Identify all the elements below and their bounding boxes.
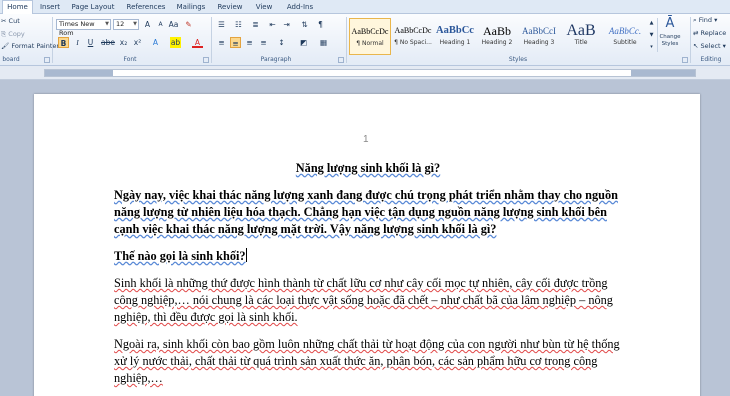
word-window: Home Insert Page Layout References Maili… (0, 0, 730, 396)
cursor-icon: ↖ (693, 42, 699, 50)
chevron-down-icon: ▼ (133, 21, 137, 27)
shading-icon[interactable]: ◩ (298, 37, 309, 48)
style-heading-2[interactable]: AaBb Heading 2 (476, 18, 518, 55)
superscript-button[interactable]: x² (132, 37, 143, 48)
brush-icon: 🖌 (1, 42, 10, 50)
font-launcher-icon[interactable] (203, 57, 209, 63)
replace-icon: ⇄ (693, 29, 699, 37)
document-title: Năng lượng sinh khối là gì? (295, 161, 441, 175)
bullets-icon[interactable]: ☰ (216, 19, 227, 30)
multilevel-list-icon[interactable]: ≣ (250, 19, 261, 30)
text-effects-icon[interactable]: A (150, 37, 161, 48)
numbering-icon[interactable]: ☷ (233, 19, 244, 30)
separator (52, 17, 53, 63)
italic-button[interactable]: I (72, 37, 83, 48)
document-page[interactable]: 1 Năng lượng sinh khối là gì? Ngày nay, … (34, 94, 700, 396)
align-center-icon[interactable]: ≡ (230, 37, 241, 48)
format-painter-button[interactable]: 🖌 Format Painter (1, 41, 59, 51)
tab-review[interactable]: Review (214, 1, 246, 14)
tab-references[interactable]: References (122, 1, 170, 14)
pilcrow-icon[interactable]: ¶ (315, 19, 326, 30)
styles-group-label: Styles (508, 56, 528, 63)
shrink-font-icon[interactable]: A (155, 19, 166, 30)
page-number: 1 (363, 134, 369, 145)
ruler-right-margin (631, 70, 695, 76)
tab-page-layout[interactable]: Page Layout (68, 1, 118, 14)
replace-button[interactable]: ⇄ Replace (693, 28, 726, 38)
style-subtitle[interactable]: AaBbCc. Subtitle (604, 18, 646, 55)
increase-indent-icon[interactable]: ⇥ (281, 19, 292, 30)
style-heading-3[interactable]: AaBbCcI Heading 3 (518, 18, 560, 55)
styles-more-icon[interactable]: ▾ (646, 42, 657, 53)
style-title[interactable]: AaB Title (560, 18, 602, 55)
styles-scroll-up-icon[interactable]: ▲ (646, 18, 657, 29)
change-case-icon[interactable]: Aa (168, 19, 179, 30)
intro-paragraph: Ngày nay, việc khai thác năng lượng xanh… (114, 188, 618, 236)
separator (346, 17, 347, 63)
style-heading-1[interactable]: AaBbCc Heading 1 (434, 18, 476, 55)
grow-font-icon[interactable]: A (142, 19, 153, 30)
clipboard-group-label: board (2, 56, 20, 63)
ribbon-tabs: Home Insert Page Layout References Maili… (0, 0, 730, 15)
style-no-spacing[interactable]: AaBbCcDc ¶ No Spaci... (392, 18, 434, 55)
separator (690, 17, 691, 63)
cut-button[interactable]: ✂ Cut (1, 16, 20, 26)
separator (211, 17, 212, 63)
justify-icon[interactable]: ≡ (258, 37, 269, 48)
style-normal[interactable]: AaBbCcDc ¶ Normal (349, 18, 391, 55)
editing-group-label: Editing (700, 56, 722, 63)
document-body[interactable]: Năng lượng sinh khối là gì? Ngày nay, vi… (114, 160, 622, 396)
bold-button[interactable]: B (58, 37, 69, 48)
chevron-down-icon: ▼ (105, 21, 109, 27)
copy-icon: ⎘ (1, 30, 7, 38)
subscript-button[interactable]: x₂ (118, 37, 129, 48)
select-button[interactable]: ↖ Select ▾ (693, 41, 726, 51)
paragraph-group-label: Paragraph (260, 56, 292, 63)
tab-view[interactable]: View (250, 1, 278, 14)
sort-icon[interactable]: ⇅ (299, 19, 310, 30)
decrease-indent-icon[interactable]: ⇤ (267, 19, 278, 30)
highlight-icon[interactable]: ab (170, 37, 181, 48)
line-spacing-icon[interactable]: ↕ (276, 37, 287, 48)
body-paragraph-2: Ngoài ra, sinh khối còn bao gồm luôn nhữ… (114, 337, 620, 385)
ruler-track (44, 69, 696, 77)
underline-button[interactable]: U (85, 37, 96, 48)
tab-add-ins[interactable]: Add-Ins (282, 1, 318, 14)
borders-icon[interactable]: ▦ (318, 37, 329, 48)
font-group-label: Font (123, 56, 137, 63)
font-family-select[interactable]: Times New Rom ▼ (56, 19, 111, 37)
paragraph-launcher-icon[interactable] (338, 57, 344, 63)
horizontal-ruler[interactable] (0, 66, 730, 80)
change-styles-button[interactable]: Change Styles (657, 34, 683, 48)
tab-insert[interactable]: Insert (36, 1, 64, 14)
text-cursor (245, 248, 247, 262)
scissors-icon: ✂ (1, 17, 7, 25)
styles-scroll-down-icon[interactable]: ▼ (646, 30, 657, 41)
document-canvas: 1 Năng lượng sinh khối là gì? Ngày nay, … (0, 80, 730, 396)
clipboard-launcher-icon[interactable] (44, 57, 50, 63)
section-heading: Thế nào gọi là sinh khối? (114, 248, 247, 263)
font-size-select[interactable]: 12 ▼ (113, 19, 139, 30)
tab-home[interactable]: Home (2, 0, 33, 15)
change-styles-icon[interactable]: Ā (658, 16, 682, 32)
find-button[interactable]: ⌕ Find ▾ (693, 15, 717, 25)
align-right-icon[interactable]: ≡ (244, 37, 255, 48)
ribbon: ✂ Cut ⎘ Copy 🖌 Format Painter board Time… (0, 14, 730, 66)
styles-launcher-icon[interactable] (682, 57, 688, 63)
align-left-icon[interactable]: ≡ (216, 37, 227, 48)
font-color-icon[interactable]: A (192, 37, 203, 48)
binoculars-icon: ⌕ (693, 16, 697, 24)
body-paragraph-1: Sinh khối là những thứ được hình thành t… (114, 276, 613, 324)
strikethrough-button[interactable]: abe (101, 37, 115, 48)
copy-button[interactable]: ⎘ Copy (1, 29, 25, 39)
tab-mailings[interactable]: Mailings (172, 1, 210, 14)
clear-formatting-icon[interactable]: ✎ (183, 19, 194, 30)
ruler-left-margin (45, 70, 113, 76)
